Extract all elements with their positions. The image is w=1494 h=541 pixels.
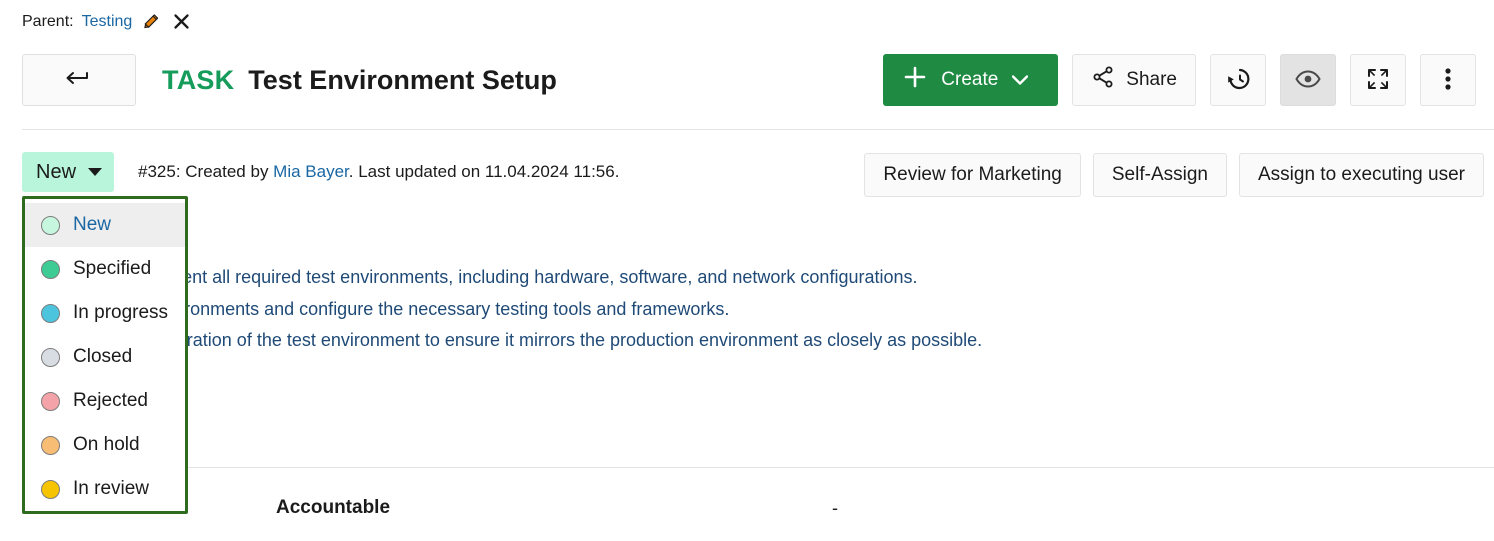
- task-detail-page: Parent: Testing: [0, 0, 1494, 541]
- page-title: TASK Test Environment Setup: [162, 65, 557, 96]
- plus-icon: [903, 65, 927, 95]
- header-actions: Create Share: [883, 54, 1476, 106]
- meta-prefix: #325: Created by: [138, 162, 273, 181]
- task-meta: #325: Created by Mia Bayer. Last updated…: [138, 162, 619, 182]
- status-option-on-hold[interactable]: On hold: [25, 423, 185, 467]
- status-option-label: Specified: [73, 258, 151, 280]
- pencil-icon[interactable]: [140, 13, 162, 31]
- history-button[interactable]: [1210, 54, 1266, 106]
- back-button[interactable]: [22, 54, 136, 106]
- review-for-marketing-button[interactable]: Review for Marketing: [864, 153, 1080, 197]
- self-assign-button[interactable]: Self-Assign: [1093, 153, 1227, 197]
- meta-suffix: . Last updated on 11.04.2024 11:56.: [349, 162, 620, 181]
- task-type-badge: TASK: [162, 65, 234, 96]
- status-option-new[interactable]: New: [25, 203, 185, 247]
- status-option-label: Rejected: [73, 390, 148, 412]
- status-current-label: New: [36, 161, 76, 184]
- status-option-in-progress[interactable]: In progress: [25, 291, 185, 335]
- status-option-closed[interactable]: Closed: [25, 335, 185, 379]
- back-arrow-icon: [65, 70, 93, 91]
- meta-author-link[interactable]: Mia Bayer: [273, 162, 349, 181]
- header-divider: [22, 129, 1494, 130]
- accountable-label: Accountable: [276, 497, 390, 519]
- watch-button[interactable]: [1280, 54, 1336, 106]
- breadcrumb-parent-link[interactable]: Testing: [82, 14, 133, 30]
- status-color-dot: [41, 348, 60, 367]
- create-button-label: Create: [941, 69, 998, 91]
- status-option-label: In review: [73, 478, 149, 500]
- breadcrumb-label: Parent:: [22, 14, 74, 30]
- accountable-value: -: [832, 498, 838, 519]
- description-body: Identify and document all required test …: [30, 262, 1130, 357]
- history-clock-icon: [1225, 66, 1251, 95]
- chevron-down-icon: [88, 168, 102, 176]
- share-nodes-icon: [1091, 65, 1115, 95]
- status-option-rejected[interactable]: Rejected: [25, 379, 185, 423]
- expand-arrows-icon: [1366, 67, 1390, 94]
- status-color-dot: [41, 436, 60, 455]
- close-icon[interactable]: [170, 12, 193, 31]
- title-row: TASK Test Environment Setup Create: [22, 54, 1476, 106]
- attribute-row: - Accountable -: [22, 488, 1494, 528]
- task-title-text: Test Environment Setup: [248, 65, 557, 96]
- section-divider: [22, 467, 1494, 468]
- breadcrumb: Parent: Testing: [22, 12, 193, 31]
- status-color-dot: [41, 216, 60, 235]
- more-options-button[interactable]: [1420, 54, 1476, 106]
- status-color-dot: [41, 260, 60, 279]
- status-dropdown-menu[interactable]: New Specified In progress Closed Rejecte…: [22, 196, 188, 514]
- status-option-label: In progress: [73, 302, 168, 324]
- description-line: Identify and document all required test …: [30, 262, 1130, 294]
- share-button[interactable]: Share: [1072, 54, 1196, 106]
- status-option-label: On hold: [73, 434, 140, 456]
- attribute-cell: Accountable: [276, 497, 796, 519]
- status-color-dot: [41, 392, 60, 411]
- attribute-cell: -: [796, 498, 1016, 519]
- status-color-dot: [41, 480, 60, 499]
- fullscreen-button[interactable]: [1350, 54, 1406, 106]
- status-row: New #325: Created by Mia Bayer. Last upd…: [22, 152, 1484, 198]
- status-color-dot: [41, 304, 60, 323]
- status-option-label: New: [73, 214, 111, 236]
- description-line: Set up the test environments and configu…: [30, 294, 1130, 326]
- status-option-label: Closed: [73, 346, 132, 368]
- status-actions: Review for Marketing Self-Assign Assign …: [864, 153, 1484, 197]
- kebab-menu-icon: [1444, 66, 1452, 95]
- create-button[interactable]: Create: [883, 54, 1058, 106]
- status-option-specified[interactable]: Specified: [25, 247, 185, 291]
- description-line: Validate the configuration of the test e…: [30, 325, 1130, 357]
- eye-icon: [1295, 70, 1321, 91]
- assign-to-executing-user-button[interactable]: Assign to executing user: [1239, 153, 1484, 197]
- status-option-in-review[interactable]: In review: [25, 467, 185, 511]
- share-button-label: Share: [1126, 69, 1177, 91]
- status-dropdown-trigger[interactable]: New: [22, 152, 114, 192]
- chevron-down-icon: [1012, 69, 1028, 91]
